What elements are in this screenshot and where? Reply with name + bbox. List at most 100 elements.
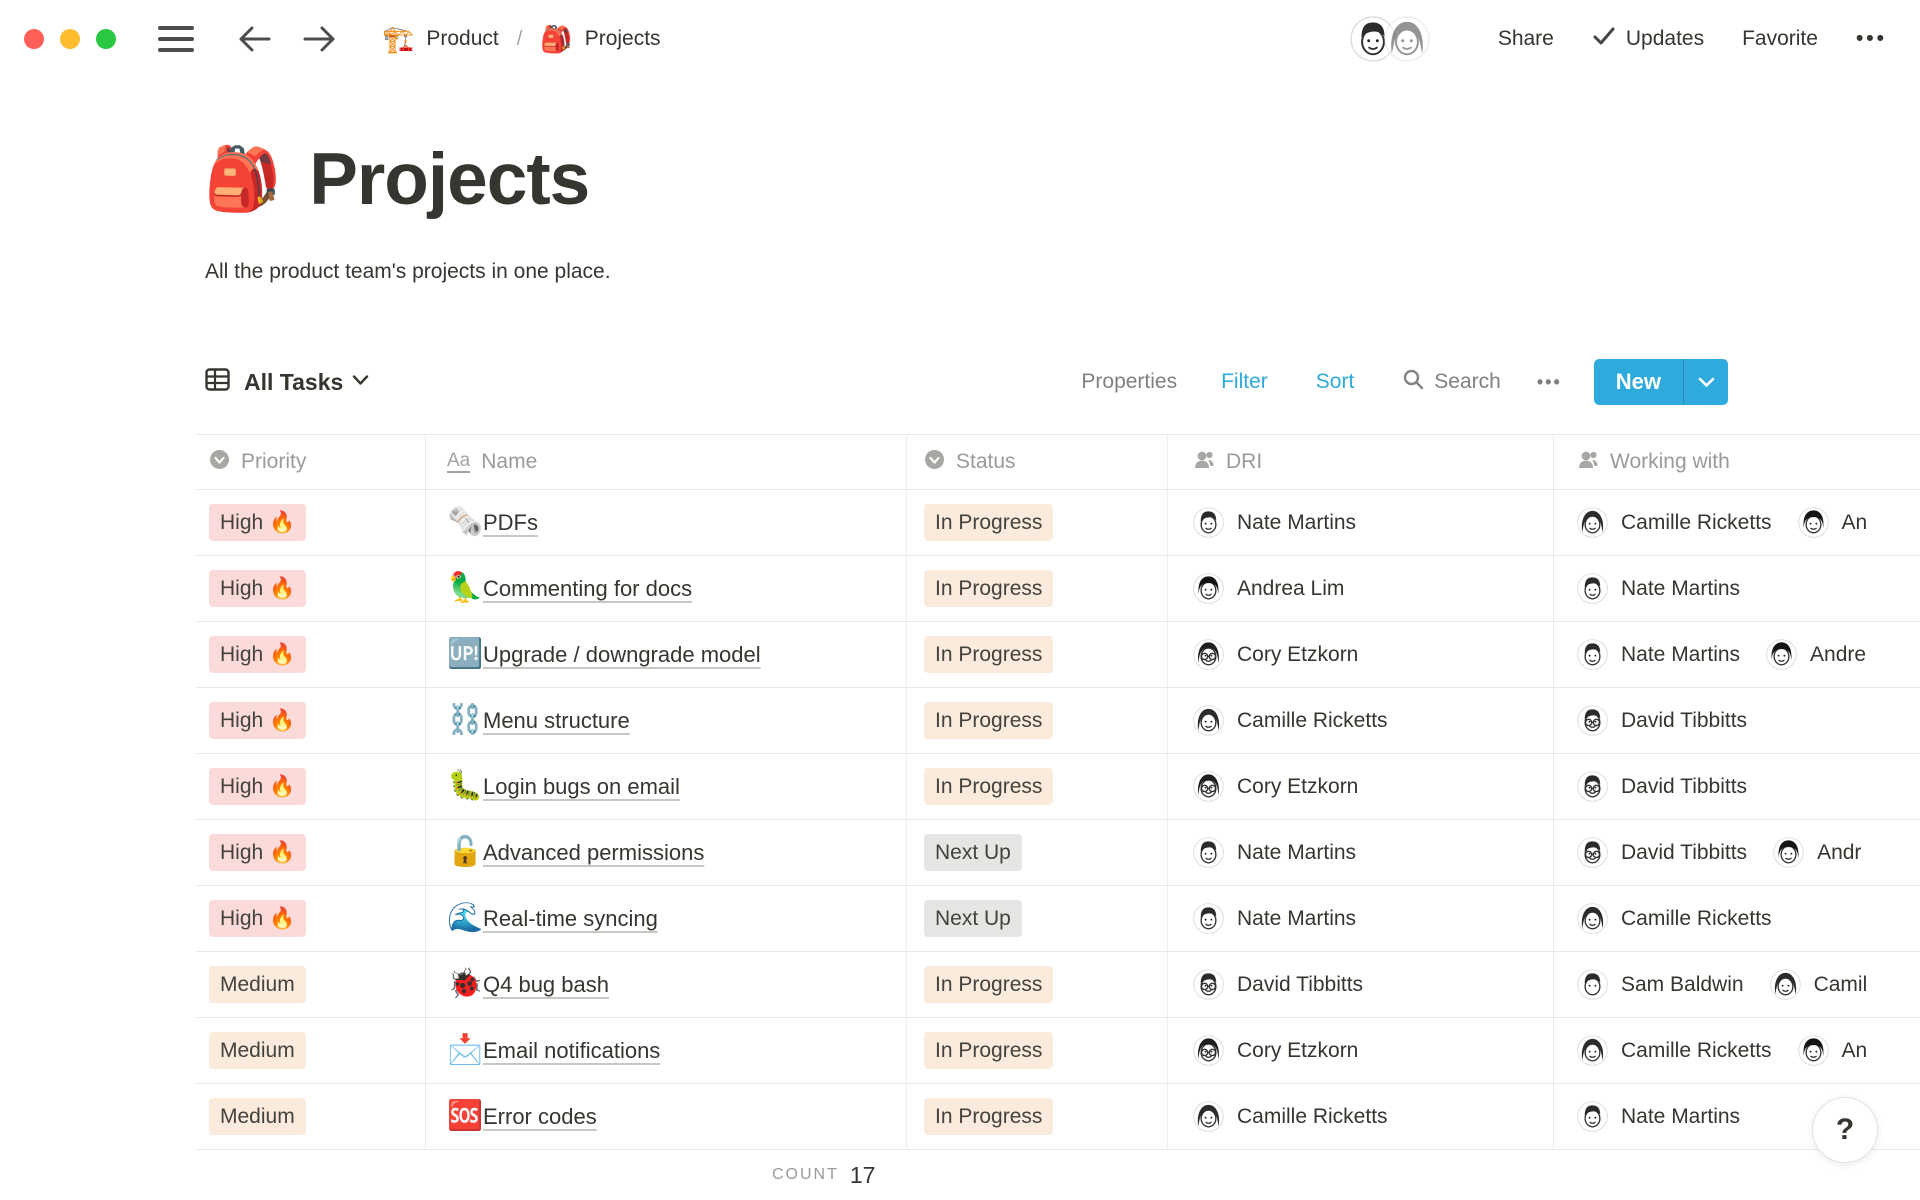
- status-cell[interactable]: In Progress: [907, 622, 1168, 687]
- new-dropdown-chevron-icon[interactable]: [1684, 359, 1728, 405]
- window-close-button[interactable]: [24, 29, 44, 49]
- sort-button[interactable]: Sort: [1316, 370, 1355, 394]
- table-row[interactable]: Medium🐞Q4 bug bashIn ProgressDavid Tibbi…: [196, 952, 1920, 1018]
- priority-cell[interactable]: High 🔥: [196, 886, 426, 951]
- name-cell[interactable]: 🐞Q4 bug bash: [426, 952, 907, 1017]
- name-cell[interactable]: ⛓️Menu structure: [426, 688, 907, 753]
- task-name-link[interactable]: Advanced permissions: [483, 840, 704, 866]
- table-row[interactable]: Medium📩Email notificationsIn ProgressCor…: [196, 1018, 1920, 1084]
- task-name-link[interactable]: Login bugs on email: [483, 774, 680, 800]
- status-cell[interactable]: In Progress: [907, 490, 1168, 555]
- priority-cell[interactable]: High 🔥: [196, 688, 426, 753]
- task-name-link[interactable]: Error codes: [483, 1104, 597, 1130]
- page-icon[interactable]: 🎒: [204, 149, 281, 211]
- working-with-cell[interactable]: David Tibbitts: [1554, 754, 1920, 819]
- table-row[interactable]: High 🔥🦜Commenting for docsIn ProgressAnd…: [196, 556, 1920, 622]
- priority-cell[interactable]: High 🔥: [196, 556, 426, 621]
- column-header-working-with[interactable]: Working with: [1554, 435, 1920, 489]
- name-cell[interactable]: 🐛Login bugs on email: [426, 754, 907, 819]
- dri-cell[interactable]: Cory Etzkorn: [1168, 1018, 1554, 1083]
- name-cell[interactable]: 🗞️PDFs: [426, 490, 907, 555]
- column-header-priority[interactable]: Priority: [196, 435, 426, 489]
- page-description[interactable]: All the product team's projects in one p…: [205, 260, 611, 284]
- status-cell[interactable]: In Progress: [907, 754, 1168, 819]
- working-with-cell[interactable]: Sam BaldwinCamil: [1554, 952, 1920, 1017]
- dri-cell[interactable]: Nate Martins: [1168, 820, 1554, 885]
- search-button[interactable]: Search: [1402, 368, 1501, 397]
- priority-cell[interactable]: Medium: [196, 1018, 426, 1083]
- new-button[interactable]: New: [1594, 359, 1728, 405]
- table-row[interactable]: High 🔥⛓️Menu structureIn ProgressCamille…: [196, 688, 1920, 754]
- help-button[interactable]: ?: [1812, 1097, 1878, 1163]
- table-row[interactable]: High 🔥🔓Advanced permissionsNext UpNate M…: [196, 820, 1920, 886]
- breadcrumb-item-projects[interactable]: 🎒 Projects: [540, 26, 660, 52]
- task-name-link[interactable]: Commenting for docs: [483, 576, 692, 602]
- priority-cell[interactable]: High 🔥: [196, 820, 426, 885]
- priority-cell[interactable]: Medium: [196, 1084, 426, 1149]
- status-cell[interactable]: Next Up: [907, 886, 1168, 951]
- working-with-cell[interactable]: Nate MartinsAndre: [1554, 622, 1920, 687]
- name-cell[interactable]: 🆘Error codes: [426, 1084, 907, 1149]
- dri-cell[interactable]: David Tibbitts: [1168, 952, 1554, 1017]
- status-cell[interactable]: In Progress: [907, 556, 1168, 621]
- priority-cell[interactable]: Medium: [196, 952, 426, 1017]
- updates-button[interactable]: Updates: [1592, 25, 1704, 53]
- name-cell[interactable]: 📩Email notifications: [426, 1018, 907, 1083]
- name-cell[interactable]: 🔓Advanced permissions: [426, 820, 907, 885]
- view-more-button[interactable]: •••: [1537, 372, 1562, 393]
- working-with-cell[interactable]: Camille RickettsAn: [1554, 490, 1920, 555]
- dri-cell[interactable]: Nate Martins: [1168, 886, 1554, 951]
- working-with-cell[interactable]: David Tibbitts: [1554, 688, 1920, 753]
- table-row[interactable]: High 🔥🌊Real-time syncingNext UpNate Mart…: [196, 886, 1920, 952]
- dri-cell[interactable]: Andrea Lim: [1168, 556, 1554, 621]
- column-header-name[interactable]: AaName: [426, 435, 907, 489]
- dri-cell[interactable]: Camille Ricketts: [1168, 688, 1554, 753]
- dri-cell[interactable]: Cory Etzkorn: [1168, 622, 1554, 687]
- task-name-link[interactable]: Menu structure: [483, 708, 630, 734]
- priority-cell[interactable]: High 🔥: [196, 754, 426, 819]
- name-cell[interactable]: 🆙Upgrade / downgrade model: [426, 622, 907, 687]
- more-options-button[interactable]: •••: [1856, 27, 1887, 51]
- priority-cell[interactable]: High 🔥: [196, 622, 426, 687]
- status-cell[interactable]: In Progress: [907, 952, 1168, 1017]
- status-cell[interactable]: In Progress: [907, 1084, 1168, 1149]
- working-with-cell[interactable]: Nate Martins: [1554, 556, 1920, 621]
- status-cell[interactable]: Next Up: [907, 820, 1168, 885]
- table-row[interactable]: High 🔥🐛Login bugs on emailIn ProgressCor…: [196, 754, 1920, 820]
- properties-button[interactable]: Properties: [1081, 370, 1177, 394]
- column-header-status[interactable]: Status: [907, 435, 1168, 489]
- page-title[interactable]: Projects: [309, 138, 589, 221]
- task-name-link[interactable]: Real-time syncing: [483, 906, 658, 932]
- task-name-link[interactable]: Email notifications: [483, 1038, 660, 1064]
- status-cell[interactable]: In Progress: [907, 688, 1168, 753]
- share-button[interactable]: Share: [1498, 27, 1554, 51]
- back-arrow-icon[interactable]: [236, 24, 272, 54]
- dri-cell[interactable]: Camille Ricketts: [1168, 1084, 1554, 1149]
- breadcrumb-item-product[interactable]: 🏗️ Product: [382, 26, 499, 52]
- forward-arrow-icon[interactable]: [302, 24, 338, 54]
- task-name-link[interactable]: Upgrade / downgrade model: [483, 642, 761, 668]
- table-row[interactable]: High 🔥🆙Upgrade / downgrade modelIn Progr…: [196, 622, 1920, 688]
- filter-button[interactable]: Filter: [1221, 370, 1268, 394]
- table-count-footer[interactable]: COUNT 17: [772, 1150, 875, 1200]
- status-cell[interactable]: In Progress: [907, 1018, 1168, 1083]
- column-header-dri[interactable]: DRI: [1168, 435, 1554, 489]
- window-minimize-button[interactable]: [60, 29, 80, 49]
- favorite-button[interactable]: Favorite: [1742, 27, 1818, 51]
- working-with-cell[interactable]: Camille Ricketts: [1554, 886, 1920, 951]
- dri-cell[interactable]: Cory Etzkorn: [1168, 754, 1554, 819]
- task-name-link[interactable]: PDFs: [483, 510, 538, 536]
- table-row[interactable]: High 🔥🗞️PDFsIn ProgressNate MartinsCamil…: [196, 490, 1920, 556]
- working-with-cell[interactable]: David TibbittsAndr: [1554, 820, 1920, 885]
- window-zoom-button[interactable]: [96, 29, 116, 49]
- working-with-cell[interactable]: Camille RickettsAn: [1554, 1018, 1920, 1083]
- priority-cell[interactable]: High 🔥: [196, 490, 426, 555]
- table-row[interactable]: Medium🆘Error codesIn ProgressCamille Ric…: [196, 1084, 1920, 1150]
- dri-cell[interactable]: Nate Martins: [1168, 490, 1554, 555]
- name-cell[interactable]: 🌊Real-time syncing: [426, 886, 907, 951]
- viewer-avatars[interactable]: [1350, 16, 1430, 62]
- task-name-link[interactable]: Q4 bug bash: [483, 972, 609, 998]
- view-selector[interactable]: All Tasks: [204, 366, 369, 398]
- sidebar-menu-icon[interactable]: [158, 26, 194, 52]
- name-cell[interactable]: 🦜Commenting for docs: [426, 556, 907, 621]
